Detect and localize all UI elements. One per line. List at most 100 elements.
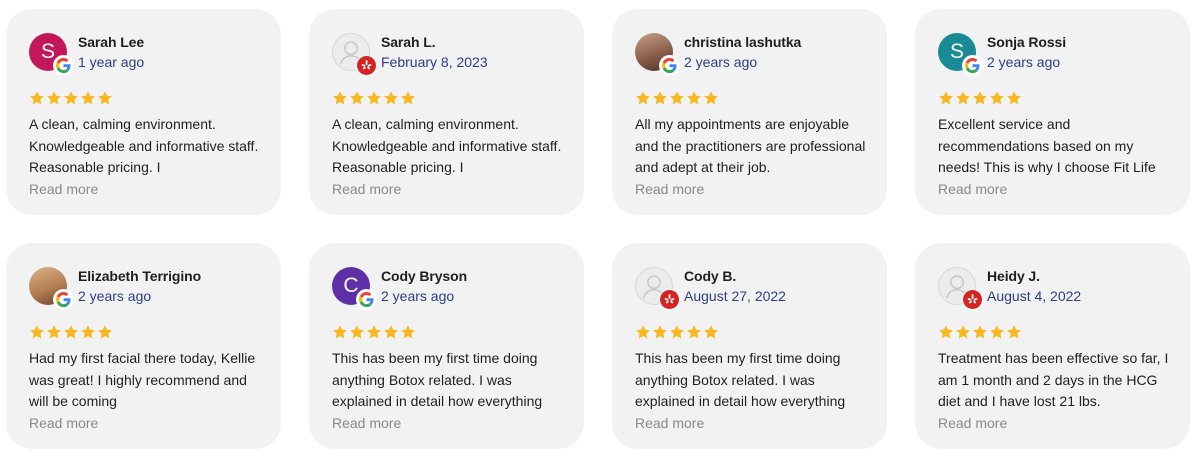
star-icon: [30, 325, 44, 339]
reviewer-info: Sonja Rossi 2 years ago: [987, 34, 1066, 71]
star-rating: [29, 324, 259, 342]
review-card-2[interactable]: Sarah L. February 8, 2023 A clean, calmi…: [309, 9, 584, 215]
star-icon: [687, 91, 701, 105]
star-icon: [384, 91, 398, 105]
star-icon: [956, 91, 970, 105]
review-card-7[interactable]: Cody B. August 27, 2022 This has been my…: [612, 243, 887, 449]
avatar-wrap: [29, 267, 73, 309]
avatar-wrap: S: [29, 33, 73, 75]
reviewer-info: Sarah Lee 1 year ago: [78, 34, 144, 71]
star-icon: [670, 325, 684, 339]
reviewer-info: Sarah L. February 8, 2023: [381, 34, 488, 71]
review-text: Had my first facial there today, Kellie …: [29, 350, 256, 409]
star-rating: [332, 324, 562, 342]
review-text: A clean, calming environment. Knowledgea…: [29, 116, 259, 175]
read-more-link[interactable]: Read more: [938, 413, 1168, 434]
google-icon: [965, 58, 980, 73]
star-rating: [29, 90, 259, 108]
star-icon: [704, 325, 718, 339]
review-text: Treatment has been effective so far, I a…: [938, 350, 1169, 409]
avatar-wrap: [938, 267, 982, 309]
review-date: 2 years ago: [381, 288, 455, 304]
star-icon: [64, 91, 78, 105]
star-icon: [384, 325, 398, 339]
star-icon: [98, 91, 112, 105]
avatar-wrap: [635, 267, 679, 309]
star-icon: [401, 91, 415, 105]
star-icon: [47, 91, 61, 105]
star-icon: [973, 325, 987, 339]
google-icon: [56, 58, 71, 73]
star-icon: [333, 325, 347, 339]
avatar-wrap: S: [938, 33, 982, 75]
review-text: Excellent service and recommendations ba…: [938, 116, 1156, 175]
read-more-link[interactable]: Read more: [29, 179, 259, 200]
google-icon: [359, 292, 374, 307]
review-text: A clean, calming environment. Knowledgea…: [332, 116, 562, 175]
star-icon: [636, 325, 650, 339]
reviewer-name: Sonja Rossi: [987, 34, 1067, 50]
star-icon: [939, 325, 953, 339]
source-badge: [963, 290, 982, 309]
star-icon: [64, 325, 78, 339]
review-header: S Sarah Lee 1 year ago: [29, 31, 259, 75]
star-icon: [81, 91, 95, 105]
star-rating: [332, 90, 562, 108]
star-rating: [938, 324, 1168, 342]
read-more-link[interactable]: Read more: [635, 179, 865, 200]
review-card-3[interactable]: christina lashutka 2 years ago All my ap…: [612, 9, 887, 215]
star-icon: [973, 91, 987, 105]
read-more-link[interactable]: Read more: [635, 413, 865, 434]
star-icon: [30, 91, 44, 105]
source-badge: [54, 290, 73, 309]
reviewer-info: Heidy J. August 4, 2022: [987, 268, 1081, 305]
review-text: This has been my first time doing anythi…: [635, 350, 846, 409]
review-date: August 4, 2022: [987, 288, 1082, 304]
star-icon: [704, 91, 718, 105]
review-date: 2 years ago: [78, 288, 152, 304]
review-header: C Cody Bryson 2 years ago: [332, 265, 562, 309]
review-card-1[interactable]: S Sarah Lee 1 year ago A clean, calming …: [6, 9, 281, 215]
reviewer-name: Cody Bryson: [381, 268, 468, 284]
reviewer-name: Sarah L.: [381, 34, 436, 50]
google-icon: [662, 58, 677, 73]
star-rating: [938, 90, 1168, 108]
read-more-link[interactable]: Read more: [938, 179, 1168, 200]
review-header: Elizabeth Terrigino 2 years ago: [29, 265, 259, 309]
read-more-link[interactable]: Read more: [332, 179, 562, 200]
review-date: August 27, 2022: [684, 288, 786, 304]
star-icon: [81, 325, 95, 339]
review-card-6[interactable]: C Cody Bryson 2 years ago This has been …: [309, 243, 584, 449]
star-icon: [367, 325, 381, 339]
review-card-5[interactable]: Elizabeth Terrigino 2 years ago Had my f…: [6, 243, 281, 449]
star-icon: [401, 325, 415, 339]
star-icon: [990, 91, 1004, 105]
review-header: christina lashutka 2 years ago: [635, 31, 865, 75]
reviewer-name: Heidy J.: [987, 268, 1040, 284]
review-card-8[interactable]: Heidy J. August 4, 2022 Treatment has be…: [915, 243, 1190, 449]
yelp-icon: [361, 60, 372, 70]
avatar-wrap: [635, 33, 679, 75]
yelp-icon: [967, 294, 978, 304]
reviewer-name: Elizabeth Terrigino: [78, 268, 202, 284]
star-icon: [350, 325, 364, 339]
read-more-link[interactable]: Read more: [29, 413, 259, 434]
source-badge: [357, 56, 376, 75]
review-header: Cody B. August 27, 2022: [635, 265, 865, 309]
yelp-icon: [664, 294, 675, 304]
reviews-grid: S Sarah Lee 1 year ago A clean, calming …: [6, 9, 1190, 449]
read-more-link[interactable]: Read more: [332, 413, 562, 434]
review-text: This has been my first time doing anythi…: [332, 350, 543, 409]
source-badge: [963, 56, 982, 75]
review-card-4[interactable]: S Sonja Rossi 2 years ago Excellent serv…: [915, 9, 1190, 215]
avatar-wrap: C: [332, 267, 376, 309]
reviewer-name: Sarah Lee: [78, 34, 145, 50]
reviewer-info: christina lashutka 2 years ago: [684, 34, 801, 71]
star-icon: [367, 91, 381, 105]
source-badge: [357, 290, 376, 309]
star-icon: [939, 91, 953, 105]
star-icon: [333, 91, 347, 105]
review-date: 2 years ago: [684, 54, 758, 70]
star-icon: [98, 325, 112, 339]
review-text: All my appointments are enjoyable and th…: [635, 116, 866, 175]
